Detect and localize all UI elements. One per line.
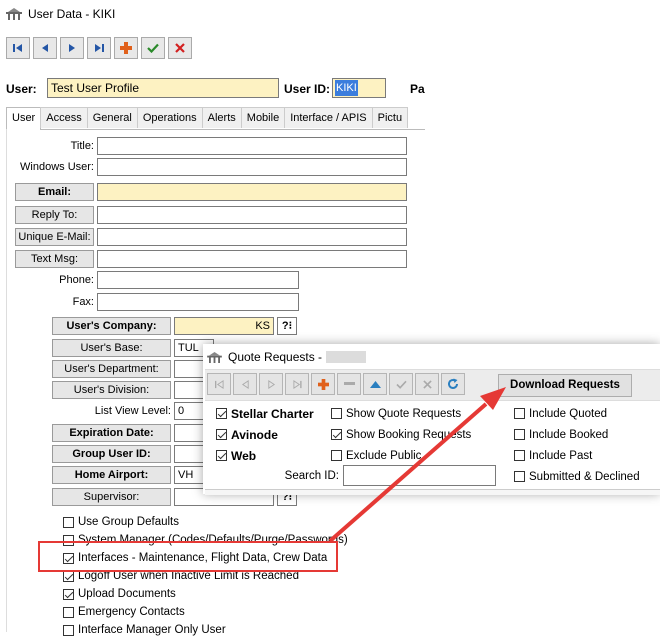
annotation-arrow [328,387,506,543]
